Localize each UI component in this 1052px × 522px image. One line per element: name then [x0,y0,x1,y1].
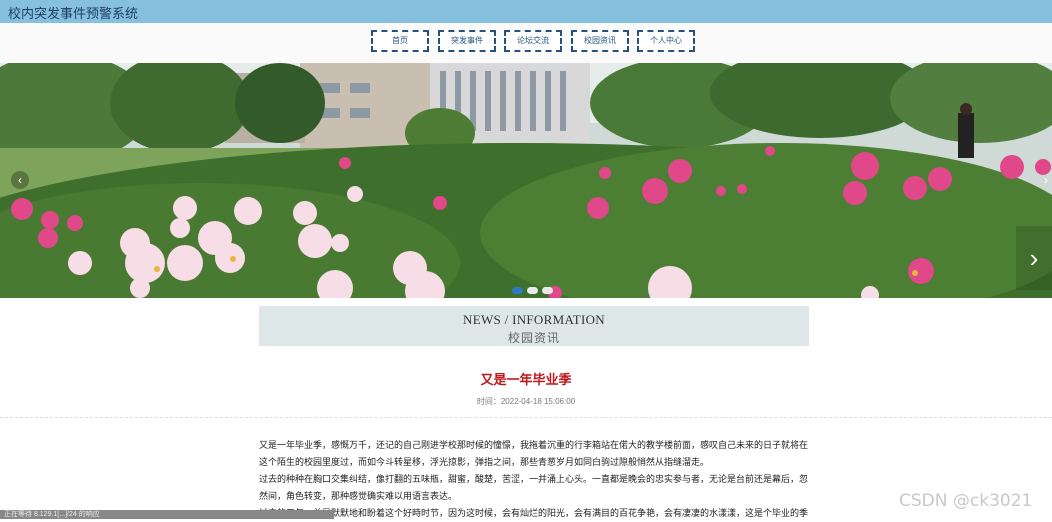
article-paragraph: 过去的三年，总是默默地和盼着这个好時时节，因为这时候，会有灿烂的阳光，会有满目的… [259,508,809,518]
article-time: 时间：2022-04-18 15:06:00 [476,397,576,406]
carousel-dot[interactable] [512,287,523,294]
nav-forum[interactable]: 论坛交流 [504,30,562,52]
article-body: 又是一年毕业季，感慨万千，还记的自己刚进学校那时候的憧憬，我拖着沉重的行李箱站在… [259,437,809,522]
banner-image [0,63,1052,298]
news-section-header: NEWS / INFORMATION 校园资讯 [259,306,809,346]
carousel-dot[interactable] [542,287,553,294]
browser-status-bar: 正在等待 8.129.1[...]/24 的响应 [0,510,334,519]
banner-carousel: ‹ › › [0,63,1052,298]
nav-incidents[interactable]: 突发事件 [438,30,496,52]
nav-home[interactable]: 首页 [371,30,429,52]
carousel-prev-button[interactable]: ‹ [11,171,29,189]
article-paragraph: 又是一年毕业季，感慨万千，还记的自己刚进学校那时候的憧憬，我拖着沉重的行李箱站在… [259,440,809,467]
nav-campus-news[interactable]: 校园资讯 [571,30,629,52]
divider [0,417,1052,418]
article-paragraph: 过去的种种在胸口交集纠结，像打翻的五味瓶，甜蜜，酸楚，苦涩，一并涌上心头。一直都… [259,474,809,501]
app-header: 校内突发事件预警系统 [0,0,1052,24]
nav-user-center[interactable]: 个人中心 [637,30,695,52]
news-heading-en: NEWS / INFORMATION [463,312,605,327]
carousel-next-small-icon[interactable]: › [1040,171,1052,189]
article-title: 又是一年毕业季 [480,372,572,387]
carousel-indicators [512,281,557,298]
news-heading-cn: 校园资讯 [507,331,560,345]
carousel-dot[interactable] [527,287,538,294]
app-title: 校内突发事件预警系统 [8,6,139,21]
main-nav: 首页 突发事件 论坛交流 校园资讯 个人中心 [0,23,1052,64]
carousel-next-button[interactable]: › [1016,226,1052,290]
watermark: CSDN @ck3021 [899,491,1033,511]
